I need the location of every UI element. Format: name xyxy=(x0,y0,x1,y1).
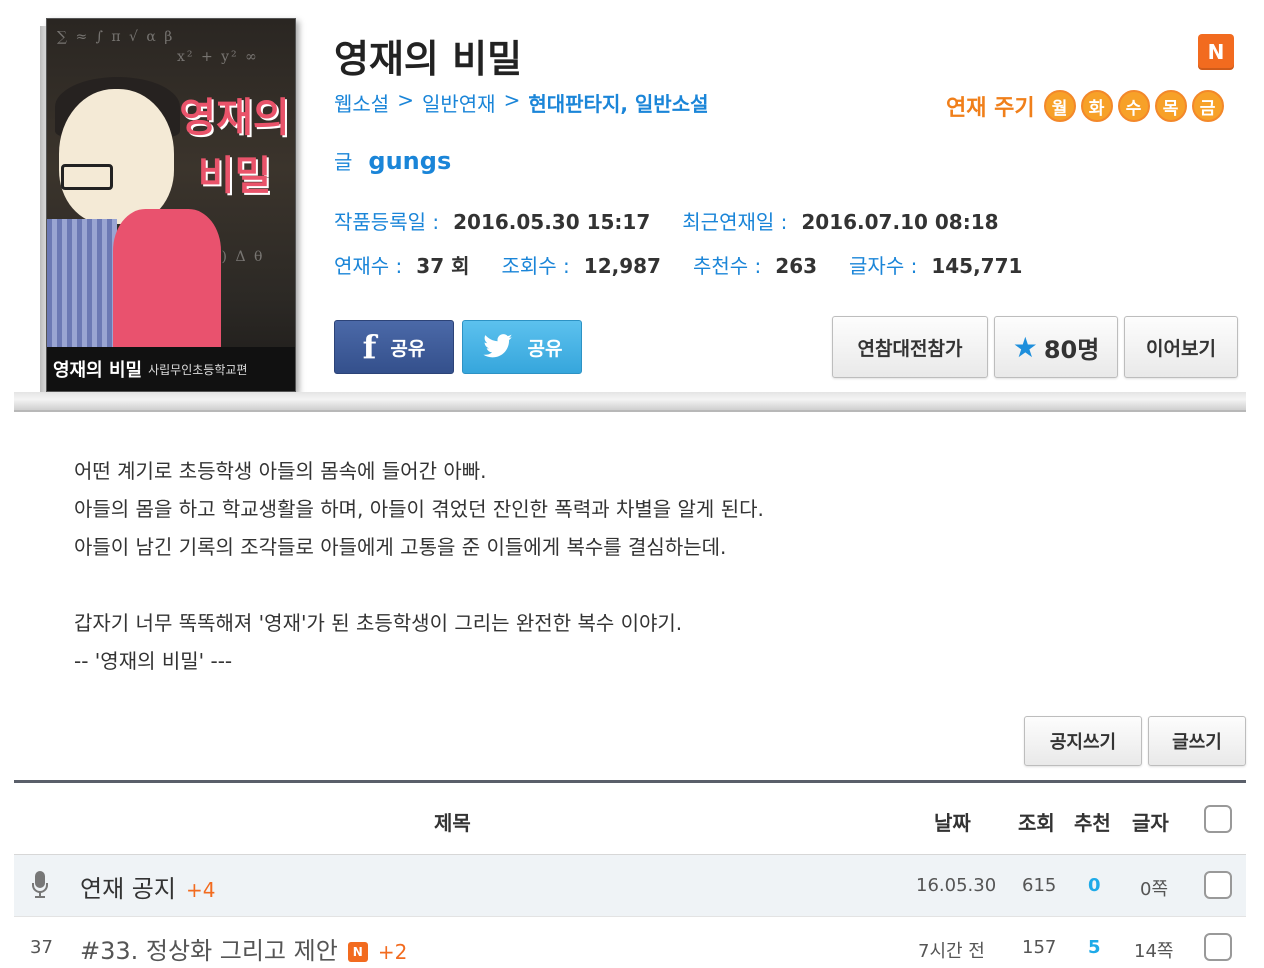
cover-shirt-left xyxy=(47,219,117,349)
cycle-day-wed: 수 xyxy=(1117,90,1150,122)
episode-title-text: #33. 정상화 그리고 제안 xyxy=(80,937,338,965)
meta-stats: 연재수 : 37 회 조회수 : 12,987 추천수 : 263 글자수 : … xyxy=(334,250,1054,279)
views-label: 조회수 : xyxy=(501,254,570,278)
notice-title-text: 연재 공지 xyxy=(80,875,176,903)
breadcrumb-webnovel[interactable]: 웹소설 xyxy=(334,88,389,117)
registered-value: 2016.05.30 15:17 xyxy=(453,210,651,234)
chars-value: 145,771 xyxy=(931,254,1023,278)
notice-date: 16.05.30 xyxy=(916,875,997,896)
favorite-count: 80명 xyxy=(1043,335,1100,364)
synopsis: 어떤 계기로 초등학생 아들의 몸속에 들어간 아빠. 아들의 몸을 하고 학교… xyxy=(74,452,1174,680)
author-label: 글 xyxy=(334,150,353,174)
breadcrumb: 웹소설 > 일반연재 > 현대판타지, 일반소설 xyxy=(334,88,709,117)
episode-date: 7시간 전 xyxy=(918,941,985,962)
breadcrumb-genre[interactable]: 현대판타지, 일반소설 xyxy=(528,88,708,117)
cover-title-line2: 비밀 xyxy=(197,153,272,199)
header-date: 날짜 xyxy=(934,811,971,835)
cover-banner-subtitle: 사립무인초등학교편 xyxy=(148,362,248,377)
cover-scribble: ∑ ≈ ∫ π √ α β xyxy=(57,29,175,45)
episode-new-badge: N xyxy=(347,942,368,962)
header-title: 제목 xyxy=(434,811,471,835)
twitter-share-button[interactable]: 공유 xyxy=(462,320,582,374)
cover-face xyxy=(59,89,174,224)
notice-checkbox[interactable] xyxy=(1204,871,1232,899)
episode-checkbox[interactable] xyxy=(1204,933,1232,961)
author-line: 글 gungs xyxy=(334,146,451,175)
notice-chars: 0쪽 xyxy=(1140,879,1169,900)
cycle-day-thu: 목 xyxy=(1154,90,1187,122)
cycle-day-tue: 화 xyxy=(1080,90,1113,122)
facebook-share-label: 공유 xyxy=(390,337,426,360)
twitter-share-label: 공유 xyxy=(527,337,563,360)
twitter-bird-icon xyxy=(482,334,512,358)
episode-number: 37 xyxy=(30,937,53,958)
chars-label: 글자수 : xyxy=(849,254,918,278)
notice-title[interactable]: 연재 공지 +4 xyxy=(80,869,215,904)
cover-banner-title: 영재의 비밀 xyxy=(53,360,143,381)
episode-views: 157 xyxy=(1022,937,1057,958)
notice-comment-count: +4 xyxy=(185,878,216,902)
write-post-button[interactable]: 글쓰기 xyxy=(1148,716,1246,766)
cycle-day-fri: 금 xyxy=(1191,90,1224,122)
join-battle-button[interactable]: 연참대전참가 xyxy=(832,316,988,378)
breadcrumb-separator: > xyxy=(503,88,521,112)
cover-title-line1: 영재의 xyxy=(179,95,290,141)
cover-image[interactable]: ∑ ≈ ∫ π √ α β x² + y² ∞ f(x) Δ θ 영재의 비밀 … xyxy=(40,18,296,392)
new-badge: N xyxy=(1198,34,1234,70)
author-name-link[interactable]: gungs xyxy=(368,147,451,175)
registered-label: 작품등록일 : xyxy=(334,210,440,234)
cover-banner: 영재의 비밀 사립무인초등학교편 xyxy=(47,347,295,391)
episode-chars: 14쪽 xyxy=(1134,941,1174,962)
synopsis-line: 어떤 계기로 초등학생 아들의 몸속에 들어간 아빠. xyxy=(74,459,487,483)
cover-shirt-right xyxy=(113,209,221,349)
header-views: 조회 xyxy=(1018,811,1055,835)
updated-label: 최근연재일 : xyxy=(682,210,788,234)
updated-value: 2016.07.10 08:18 xyxy=(801,210,999,234)
synopsis-gap xyxy=(74,566,1174,604)
header-recommend: 추천 xyxy=(1074,811,1111,835)
cover-art: ∑ ≈ ∫ π √ α β x² + y² ∞ f(x) Δ θ 영재의 비밀 … xyxy=(46,18,296,392)
synopsis-line: 아들의 몸을 하고 학교생활을 하며, 아들이 겪었던 잔인한 폭력과 차별을 … xyxy=(74,497,764,521)
notice-views: 615 xyxy=(1022,875,1057,896)
list-header: 제목 날짜 조회 추천 글자 xyxy=(14,783,1246,855)
cover-glasses xyxy=(61,164,113,190)
star-icon: ★ xyxy=(1012,330,1038,364)
views-value: 12,987 xyxy=(583,254,661,278)
facebook-share-button[interactable]: f 공유 xyxy=(334,320,454,374)
episode-recommend: 5 xyxy=(1088,937,1101,958)
breadcrumb-general[interactable]: 일반연재 xyxy=(422,88,496,117)
notice-recommend: 0 xyxy=(1088,875,1101,896)
recommends-label: 추천수 : xyxy=(692,254,762,278)
synopsis-line: 갑자기 너무 똑똑해져 '영재'가 된 초등학생이 그리는 완전한 복수 이야기… xyxy=(74,611,683,635)
cover-title-art: 영재의 비밀 xyxy=(172,89,295,205)
select-all-checkbox[interactable] xyxy=(1204,805,1232,833)
write-notice-button[interactable]: 공지쓰기 xyxy=(1024,716,1142,766)
cycle-day-mon: 월 xyxy=(1043,90,1076,122)
synopsis-line: 아들이 남긴 기록의 조각들로 아들에게 고통을 준 이들에게 복수를 결심하는… xyxy=(74,535,727,559)
episode-title[interactable]: #33. 정상화 그리고 제안 N +2 xyxy=(80,931,407,966)
work-title: 영재의 비밀 xyxy=(334,37,523,81)
favorite-button[interactable]: ★ 80명 xyxy=(994,316,1118,378)
serial-cycle: 연재 주기 월 화 수 목 금 xyxy=(946,90,1224,122)
header-chars: 글자 xyxy=(1132,811,1169,835)
episode-comment-count: +2 xyxy=(377,940,408,964)
recommends-value: 263 xyxy=(775,254,818,278)
meta-dates: 작품등록일 : 2016.05.30 15:17 최근연재일 : 2016.07… xyxy=(334,206,1031,235)
microphone-icon xyxy=(32,871,48,898)
continue-reading-button[interactable]: 이어보기 xyxy=(1124,316,1238,378)
facebook-icon: f xyxy=(362,328,377,366)
cycle-label: 연재 주기 xyxy=(946,96,1035,121)
cover-scribble: x² + y² ∞ xyxy=(177,49,259,65)
episodes-label: 연재수 : xyxy=(334,254,403,278)
shelf-divider xyxy=(14,392,1246,412)
notice-row[interactable]: 연재 공지 +4 16.05.30 615 0 0쪽 xyxy=(14,855,1246,917)
episode-list: 제목 날짜 조회 추천 글자 연재 공지 +4 16.05.30 615 0 0쪽… xyxy=(14,780,1246,968)
synopsis-line: -- '영재의 비밀' --- xyxy=(74,649,233,673)
breadcrumb-separator: > xyxy=(397,88,414,112)
episode-row[interactable]: 37 #33. 정상화 그리고 제안 N +2 7시간 전 157 5 14쪽 xyxy=(14,917,1246,968)
episodes-value: 37 회 xyxy=(416,254,470,278)
